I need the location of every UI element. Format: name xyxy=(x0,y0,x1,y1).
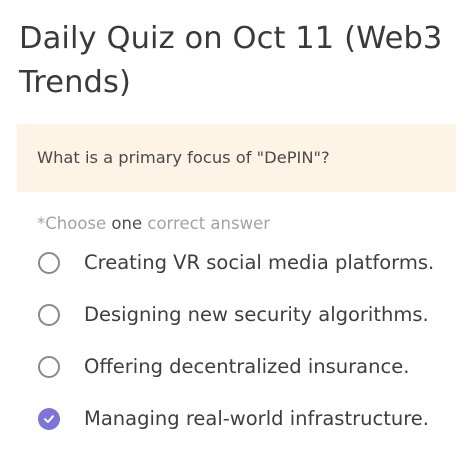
answer-option-2[interactable]: Designing new security algorithms. xyxy=(38,297,458,333)
check-circle-icon[interactable] xyxy=(38,408,60,430)
question-text: What is a primary focus of "DePIN"? xyxy=(37,148,330,167)
checkmark-icon xyxy=(44,415,54,423)
radio-unchecked-icon[interactable] xyxy=(38,252,60,274)
instruction-prefix: *Choose xyxy=(37,214,112,233)
answer-option-3[interactable]: Offering decentralized insurance. xyxy=(38,349,458,385)
answer-option-4[interactable]: Managing real-world infrastructure. xyxy=(38,401,458,437)
question-card: What is a primary focus of "DePIN"? xyxy=(17,124,456,192)
answer-option-label: Managing real-world infrastructure. xyxy=(84,407,429,430)
answer-option-label: Offering decentralized insurance. xyxy=(84,355,410,378)
page-title: Daily Quiz on Oct 11 (Web3 Trends) xyxy=(19,21,443,100)
radio-unchecked-icon[interactable] xyxy=(38,356,60,378)
instruction-suffix: correct answer xyxy=(142,214,270,233)
instruction-emphasis: one xyxy=(111,214,143,233)
answer-option-label: Designing new security algorithms. xyxy=(84,303,429,326)
answer-option-1[interactable]: Creating VR social media platforms. xyxy=(38,245,458,281)
radio-unchecked-icon[interactable] xyxy=(38,304,60,326)
answer-option-label: Creating VR social media platforms. xyxy=(84,251,435,274)
answer-instruction: *Choose one correct answer xyxy=(37,213,270,235)
